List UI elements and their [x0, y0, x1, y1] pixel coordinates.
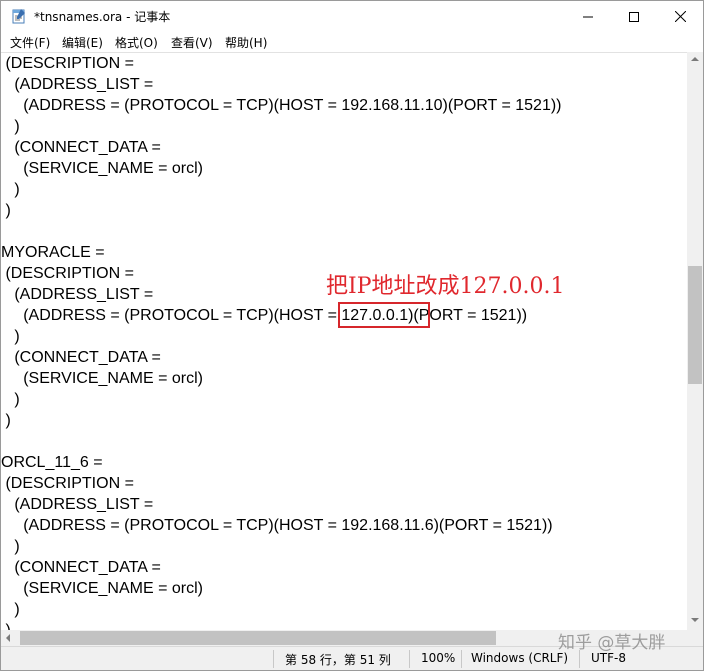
- editor-line: (CONNECT_DATA =: [1, 349, 161, 366]
- maximize-button[interactable]: [611, 1, 657, 32]
- window-title: *tnsnames.ora - 记事本: [34, 10, 171, 24]
- editor-line: (DESCRIPTION =: [1, 475, 134, 492]
- editor-line: (ADDRESS = (PROTOCOL = TCP)(HOST = 192.1…: [1, 517, 553, 534]
- maximize-icon: [629, 7, 639, 26]
- vertical-scroll-thumb[interactable]: [688, 266, 702, 384]
- status-divider: [273, 650, 274, 668]
- editor-line: (SERVICE_NAME = orcl): [1, 370, 203, 387]
- close-button[interactable]: [657, 1, 703, 32]
- scroll-left-icon[interactable]: [6, 634, 10, 642]
- title-bar[interactable]: *tnsnames.ora - 记事本: [1, 1, 703, 32]
- editor-line: (ADDRESS_LIST =: [1, 76, 154, 93]
- encoding: UTF-8: [591, 651, 626, 665]
- annotation-highlight-box: [338, 302, 430, 328]
- editor-line: ): [1, 620, 10, 630]
- editor-line: ): [1, 391, 20, 408]
- editor-line: ): [1, 118, 20, 135]
- close-icon: [674, 7, 686, 26]
- menu-edit[interactable]: 编辑(E): [62, 34, 103, 51]
- editor-line: ): [1, 181, 20, 198]
- menu-bar: 文件(F) 编辑(E) 格式(O) 查看(V) 帮助(H): [1, 32, 703, 52]
- line-ending: Windows (CRLF): [471, 651, 569, 665]
- watermark: 知乎 @草大胖: [558, 633, 666, 653]
- minimize-icon: [583, 7, 593, 26]
- notepad-icon: [11, 8, 27, 24]
- editor-line: ): [1, 202, 11, 219]
- editor-line: (DESCRIPTION =: [1, 265, 134, 282]
- menu-format[interactable]: 格式(O): [115, 34, 158, 51]
- horizontal-scroll-thumb[interactable]: [20, 631, 496, 645]
- annotation-note: 把IP地址改成127.0.0.1: [326, 274, 565, 299]
- editor-line: (ADDRESS = (PROTOCOL = TCP)(HOST = 192.1…: [1, 97, 562, 114]
- editor-line: ): [1, 412, 11, 429]
- editor-line: ): [1, 328, 20, 345]
- vertical-scrollbar[interactable]: [687, 52, 703, 630]
- editor-line: ): [1, 601, 20, 618]
- menu-view[interactable]: 查看(V): [171, 34, 213, 51]
- editor-line: ): [1, 538, 20, 555]
- editor-line: (CONNECT_DATA =: [1, 559, 161, 576]
- editor-line: (ADDRESS = (PROTOCOL = TCP)(HOST = 127.0…: [1, 307, 528, 324]
- editor-line: (SERVICE_NAME = orcl): [1, 160, 203, 177]
- cursor-position: 第 58 行，第 51 列: [285, 653, 391, 667]
- text-editor[interactable]: (DESCRIPTION = (ADDRESS_LIST = (ADDRESS …: [1, 52, 687, 630]
- notepad-window: *tnsnames.ora - 记事本 文件(F) 编辑(E) 格式(O) 查看…: [0, 0, 704, 671]
- status-divider: [461, 650, 462, 668]
- editor-line: (ADDRESS_LIST =: [1, 286, 154, 303]
- editor-line: (DESCRIPTION =: [1, 55, 134, 72]
- scrollbar-corner: [687, 630, 703, 646]
- minimize-button[interactable]: [565, 1, 611, 32]
- editor-line: (SERVICE_NAME = orcl): [1, 580, 203, 597]
- editor-line: MYORACLE =: [1, 244, 105, 261]
- menu-file[interactable]: 文件(F): [10, 34, 50, 51]
- zoom-level: 100%: [421, 651, 456, 665]
- status-divider: [409, 650, 410, 668]
- scroll-up-icon[interactable]: [691, 57, 699, 61]
- editor-line: (ADDRESS_LIST =: [1, 496, 154, 513]
- editor-line: ORCL_11_6 =: [1, 454, 103, 471]
- scroll-down-icon[interactable]: [691, 618, 699, 622]
- menu-help[interactable]: 帮助(H): [225, 34, 267, 51]
- editor-line: (CONNECT_DATA =: [1, 139, 161, 156]
